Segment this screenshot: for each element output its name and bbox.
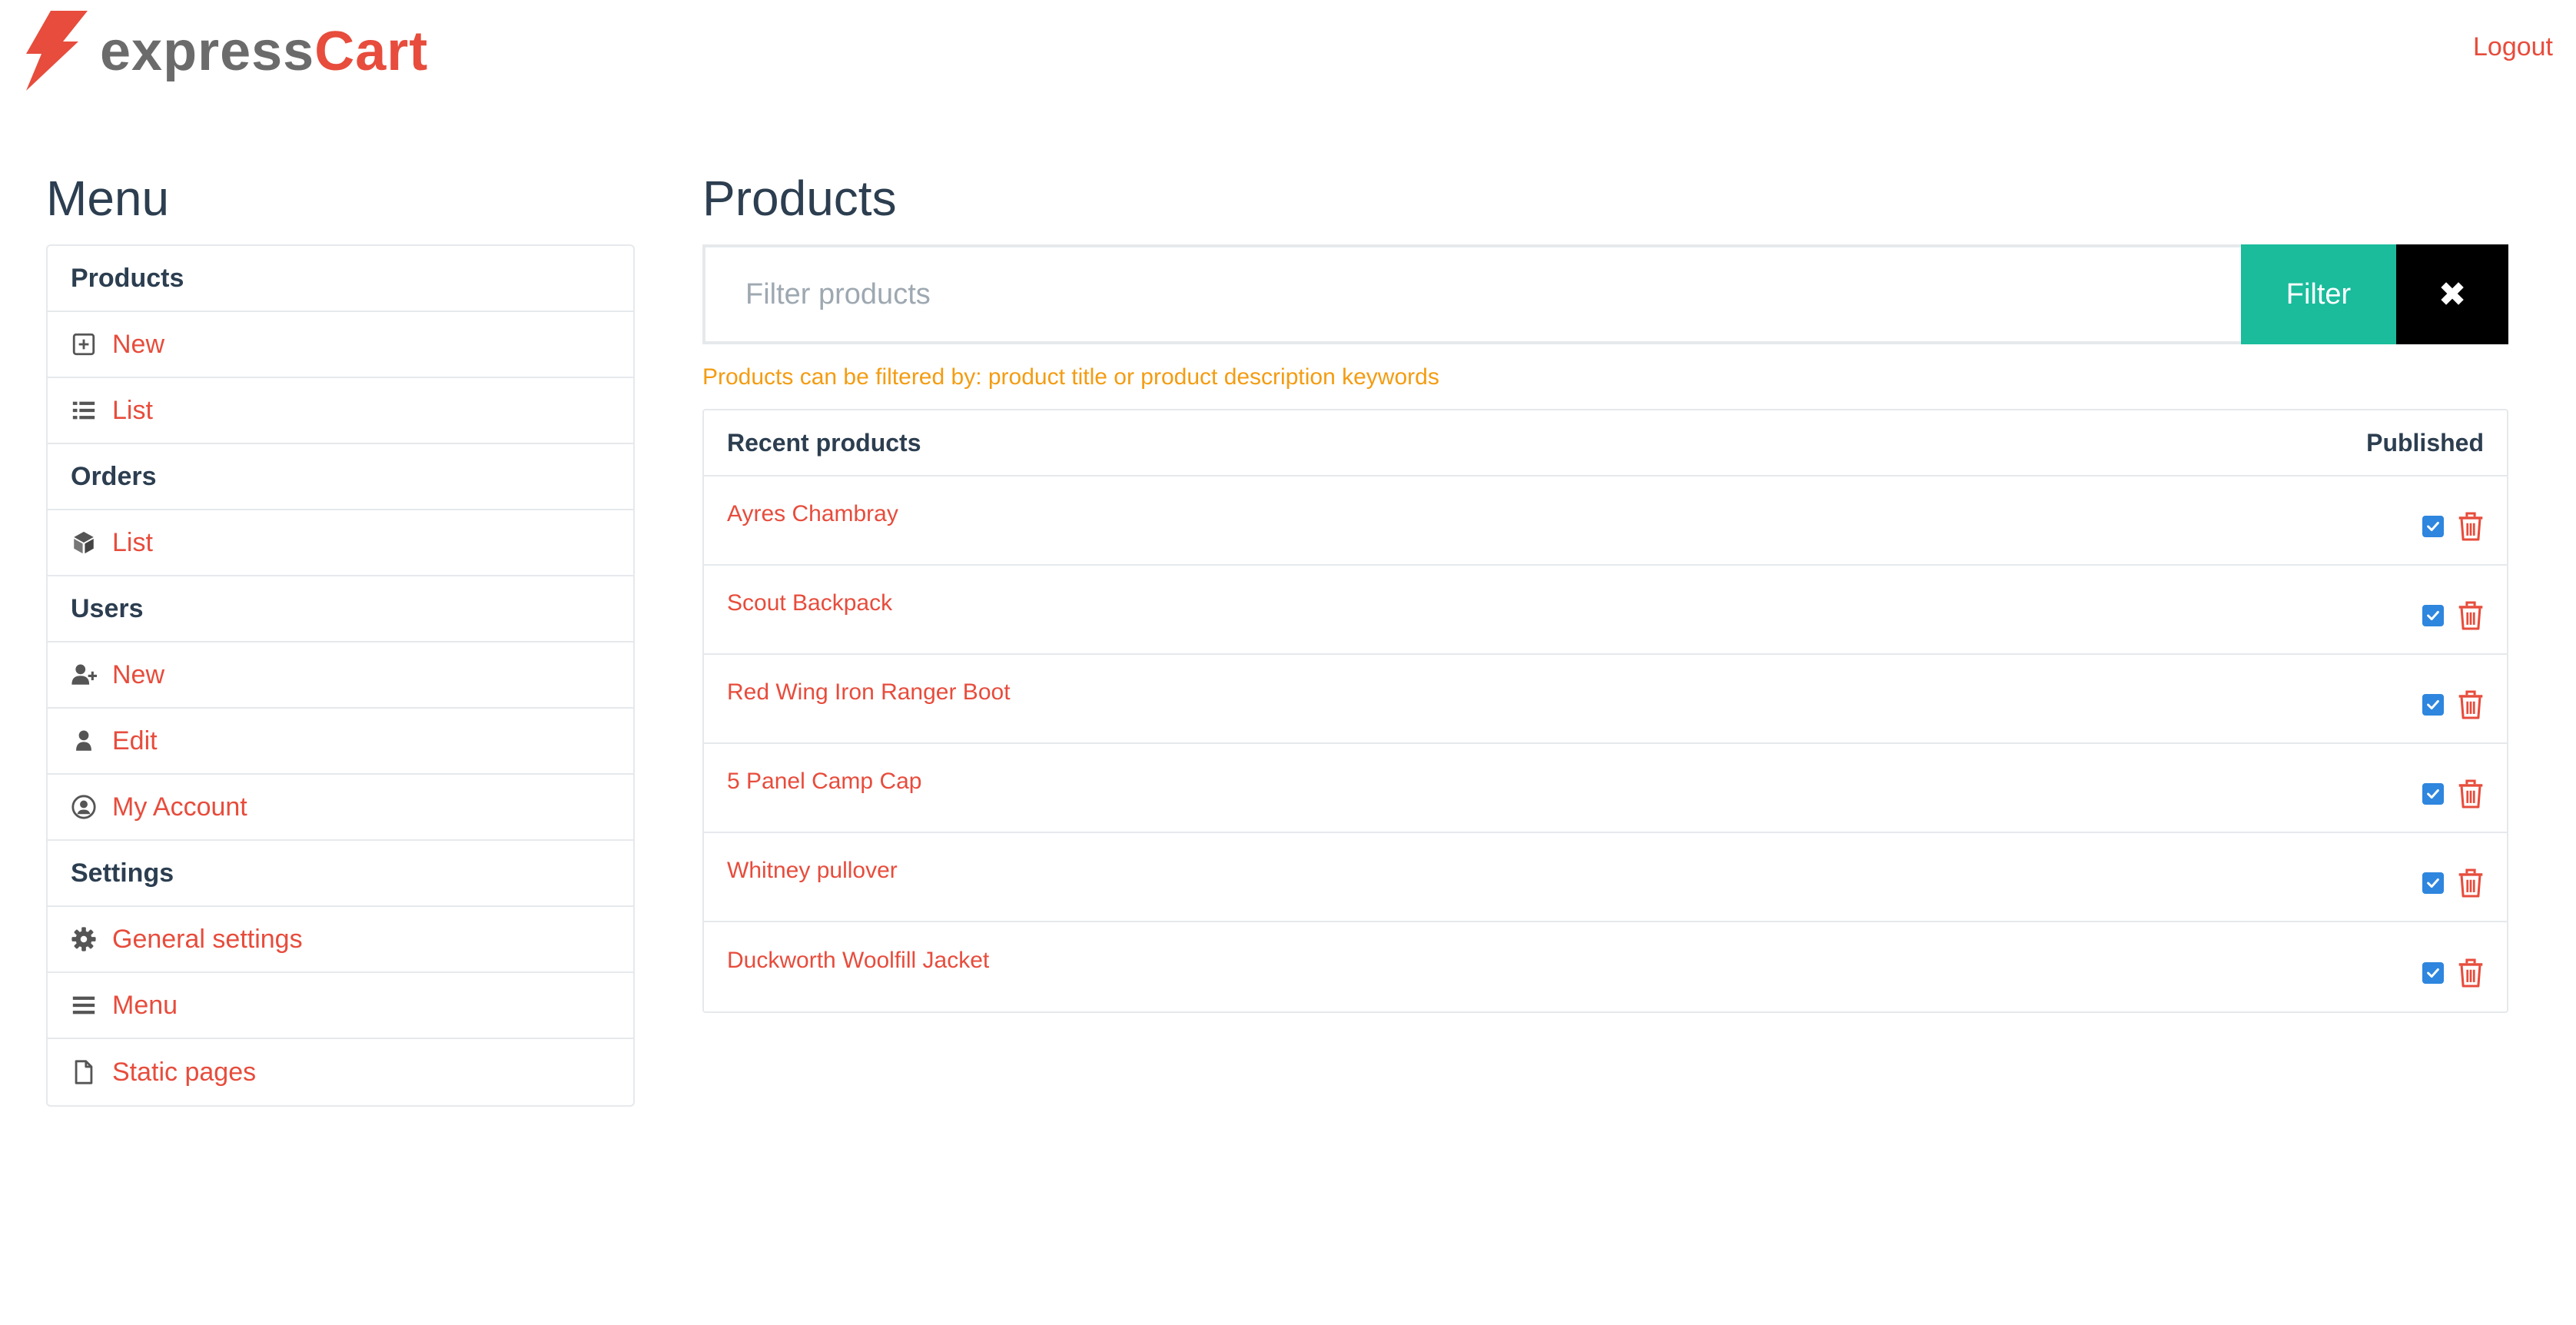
- gear-icon: [71, 926, 97, 952]
- filter-bar: Filter ✖: [702, 244, 2508, 344]
- table-header-recent: Recent products: [727, 428, 921, 457]
- row-actions: [2422, 958, 2484, 988]
- filter-button[interactable]: Filter: [2241, 244, 2396, 344]
- trash-icon[interactable]: [2458, 601, 2484, 630]
- published-checkbox[interactable]: [2422, 516, 2444, 537]
- row-actions: [2422, 690, 2484, 719]
- sidebar-item-label: List: [112, 527, 153, 557]
- published-checkbox[interactable]: [2422, 694, 2444, 716]
- brand-name-express: express: [100, 21, 315, 82]
- trash-icon[interactable]: [2458, 868, 2484, 898]
- filter-hint: Products can be filtered by: product tit…: [702, 364, 1439, 390]
- lightning-bolt-icon: [17, 11, 91, 92]
- sidebar: Menu Products New List Orders List Users…: [46, 174, 635, 1107]
- sidebar-item-label: New: [112, 659, 165, 689]
- trash-icon[interactable]: [2458, 690, 2484, 719]
- sidebar-item-label: General settings: [112, 924, 303, 954]
- sidebar-item-my-account[interactable]: My Account: [48, 775, 633, 841]
- file-icon: [71, 1059, 97, 1085]
- user-circle-icon: [71, 794, 97, 820]
- row-actions: [2422, 512, 2484, 541]
- cube-icon: [71, 530, 97, 556]
- sidebar-item-label: Static pages: [112, 1057, 257, 1087]
- published-checkbox[interactable]: [2422, 962, 2444, 984]
- table-header-published: Published: [2366, 428, 2484, 457]
- sidebar-item-label: Menu: [112, 990, 178, 1020]
- table-row: 5 Panel Camp Cap: [704, 744, 2507, 833]
- filter-input[interactable]: [702, 244, 2241, 344]
- logout-link[interactable]: Logout: [2473, 32, 2553, 62]
- sidebar-item-label: List: [112, 395, 153, 425]
- product-link[interactable]: Ayres Chambray: [727, 501, 898, 527]
- check-icon: [2427, 968, 2439, 978]
- sidebar-item-users-new[interactable]: New: [48, 643, 633, 709]
- table-row: Scout Backpack: [704, 566, 2507, 655]
- product-link[interactable]: Whitney pullover: [727, 858, 898, 884]
- menu-header-label: Products: [71, 263, 184, 293]
- product-link[interactable]: Red Wing Iron Ranger Boot: [727, 679, 1011, 706]
- page: expressCart Logout Menu Products New Lis…: [0, 0, 2576, 1325]
- menu-header-users: Users: [48, 576, 633, 643]
- clear-filter-button[interactable]: ✖: [2396, 244, 2508, 344]
- check-icon: [2427, 610, 2439, 621]
- brand-logo[interactable]: expressCart: [17, 11, 428, 92]
- check-icon: [2427, 521, 2439, 532]
- menu-header-label: Settings: [71, 858, 174, 888]
- product-link[interactable]: 5 Panel Camp Cap: [727, 769, 921, 795]
- published-checkbox[interactable]: [2422, 872, 2444, 894]
- menu-header-label: Orders: [71, 461, 157, 491]
- published-checkbox[interactable]: [2422, 783, 2444, 805]
- table-row: Ayres Chambray: [704, 477, 2507, 566]
- page-title: Products: [702, 171, 897, 226]
- list-icon: [71, 397, 97, 423]
- check-icon: [2427, 789, 2439, 799]
- products-table: Recent products Published Ayres Chambray…: [702, 409, 2508, 1013]
- menu-header-settings: Settings: [48, 841, 633, 907]
- row-actions: [2422, 868, 2484, 898]
- sidebar-item-label: My Account: [112, 792, 247, 822]
- main-content: Products Filter ✖ Products can be filter…: [702, 174, 2508, 1013]
- sidebar-item-label: Edit: [112, 726, 158, 755]
- plus-square-icon: [71, 331, 97, 357]
- table-row: Red Wing Iron Ranger Boot: [704, 655, 2507, 744]
- row-actions: [2422, 779, 2484, 809]
- row-actions: [2422, 601, 2484, 630]
- trash-icon[interactable]: [2458, 958, 2484, 988]
- user-plus-icon: [71, 662, 97, 688]
- check-icon: [2427, 699, 2439, 710]
- trash-icon[interactable]: [2458, 512, 2484, 541]
- table-header: Recent products Published: [704, 410, 2507, 477]
- product-link[interactable]: Duckworth Woolfill Jacket: [727, 948, 989, 974]
- brand-name: expressCart: [100, 24, 428, 79]
- sidebar-item-users-edit[interactable]: Edit: [48, 709, 633, 775]
- table-row: Whitney pullover: [704, 833, 2507, 922]
- table-row: Duckworth Woolfill Jacket: [704, 922, 2507, 1011]
- sidebar-item-static-pages[interactable]: Static pages: [48, 1039, 633, 1105]
- published-checkbox[interactable]: [2422, 605, 2444, 626]
- bars-icon: [71, 992, 97, 1018]
- sidebar-item-menu[interactable]: Menu: [48, 973, 633, 1039]
- menu-header-products: Products: [48, 246, 633, 312]
- sidebar-item-products-new[interactable]: New: [48, 312, 633, 378]
- sidebar-item-orders-list[interactable]: List: [48, 510, 633, 576]
- sidebar-menu: Products New List Orders List Users New …: [46, 244, 635, 1107]
- sidebar-item-products-list[interactable]: List: [48, 378, 633, 444]
- check-icon: [2427, 878, 2439, 888]
- menu-header-label: Users: [71, 593, 144, 623]
- brand-name-cart: Cart: [314, 21, 429, 82]
- sidebar-item-general-settings[interactable]: General settings: [48, 907, 633, 973]
- user-icon: [71, 728, 97, 754]
- sidebar-title: Menu: [46, 171, 170, 226]
- menu-header-orders: Orders: [48, 444, 633, 510]
- sidebar-item-label: New: [112, 329, 165, 359]
- trash-icon[interactable]: [2458, 779, 2484, 809]
- product-link[interactable]: Scout Backpack: [727, 590, 892, 616]
